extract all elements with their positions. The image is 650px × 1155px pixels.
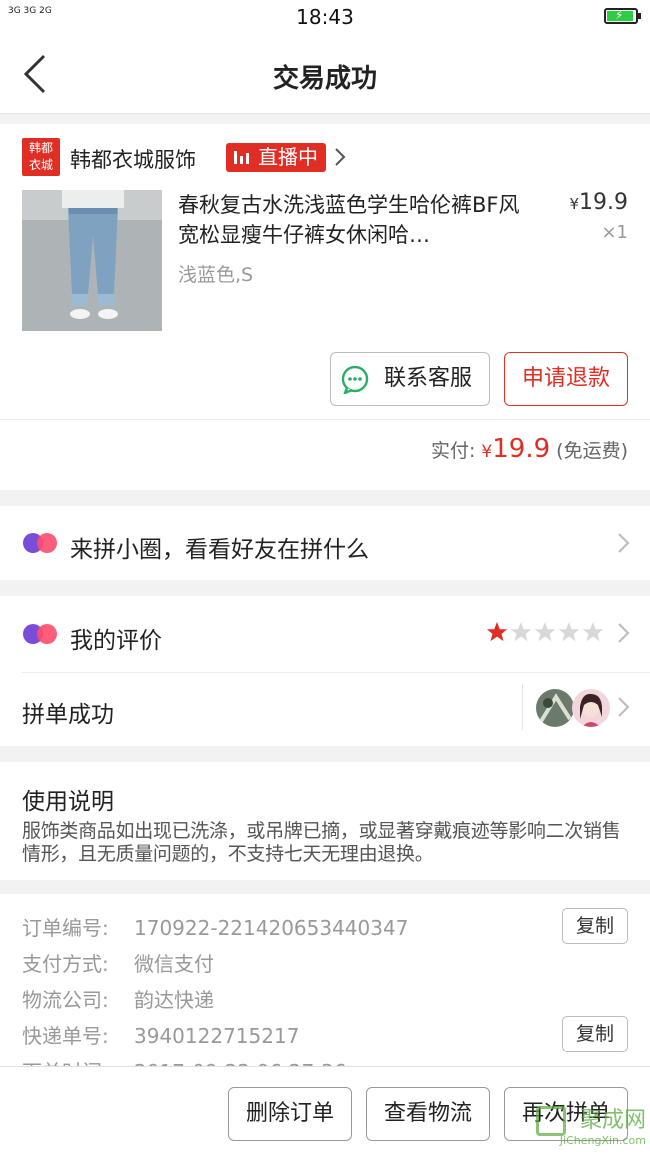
pin-circle-icon	[23, 533, 57, 553]
star-empty-icon	[582, 621, 604, 642]
my-review-row[interactable]: 我的评价	[0, 596, 650, 672]
live-bars-icon	[234, 151, 250, 164]
order-info: 订单编号: 170922-221420653440347 复制 支付方式: 微信支付…	[0, 894, 650, 1074]
usage-notice: 使用说明 服饰类商品如出现已洗涤，或吊牌已摘，或显著穿戴痕迹等影响二次销售情形，…	[0, 762, 650, 880]
request-refund-button[interactable]: 申请退款	[504, 352, 628, 406]
star-empty-icon	[558, 621, 580, 642]
delete-order-button[interactable]: 删除订单	[228, 1087, 352, 1141]
store-logo[interactable]: 韩都 衣城	[22, 138, 60, 176]
copy-order-number-button[interactable]: 复制	[562, 908, 628, 944]
avatar[interactable]	[572, 689, 610, 727]
payment-summary: 实付: ¥19.9 (免运费)	[430, 434, 628, 464]
contact-service-button[interactable]: 联系客服	[330, 352, 490, 406]
star-empty-icon	[510, 621, 532, 642]
chat-bubble-icon	[341, 366, 369, 394]
chevron-right-icon	[618, 623, 630, 643]
status-bar: 3G 3G 2G 18:43 ⚡	[0, 0, 650, 36]
payment-method-row: 支付方式: 微信支付	[22, 952, 214, 976]
courier-row: 物流公司: 韵达快递	[22, 988, 214, 1012]
product-spec: 浅蓝色,S	[178, 264, 254, 286]
battery-icon: ⚡	[604, 8, 641, 24]
copy-tracking-number-button[interactable]: 复制	[562, 1016, 628, 1052]
review-section: 我的评价 拼单成功	[0, 596, 650, 746]
avatar[interactable]	[536, 689, 574, 727]
group-success-label: 拼单成功	[22, 702, 114, 728]
page-title: 交易成功	[272, 64, 377, 94]
product-title[interactable]: 春秋复古水洗浅蓝色学生哈伦裤BF风宽松显瘦牛仔裤女休闲哈…	[178, 190, 528, 250]
order-number-row: 订单编号: 170922-221420653440347	[22, 916, 409, 940]
status-time: 18:43	[296, 5, 354, 29]
star-empty-icon	[534, 621, 556, 642]
payment-amount: 19.9	[492, 434, 551, 464]
product-image[interactable]	[22, 190, 162, 331]
divider	[0, 419, 650, 420]
chevron-right-icon	[618, 533, 630, 553]
pin-circle-label: 来拼小圈，看看好友在拼什么	[70, 537, 369, 563]
view-logistics-button[interactable]: 查看物流	[366, 1087, 490, 1141]
order-product-card: 韩都 衣城 韩都衣城服饰 直播中 春秋复古水洗浅蓝色学生哈伦裤BF风宽松显瘦牛仔…	[0, 124, 650, 490]
divider	[522, 684, 523, 730]
product-quantity: ×1	[601, 222, 628, 243]
tracking-number-row: 快递单号: 3940122715217	[22, 1024, 300, 1048]
my-review-label: 我的评价	[70, 628, 162, 654]
watermark-logo: 聚成网 JiChengXin.com	[532, 1102, 650, 1152]
watermark-icon	[536, 1106, 566, 1136]
notice-title: 使用说明	[22, 789, 114, 815]
notice-text: 服饰类商品如出现已洗涤，或吊牌已摘，或显著穿戴痕迹等影响二次销售情形，且无质量问…	[22, 820, 621, 865]
chevron-right-icon[interactable]	[333, 146, 347, 168]
pin-circle-row[interactable]: 来拼小圈，看看好友在拼什么	[0, 506, 650, 580]
product-price: ¥19.9	[569, 190, 628, 215]
store-name[interactable]: 韩都衣城服饰	[70, 144, 196, 174]
chevron-right-icon	[618, 697, 630, 717]
review-icon	[23, 624, 57, 644]
star-rating	[484, 621, 604, 645]
nav-bar: 交易成功	[0, 36, 650, 114]
star-filled-icon	[486, 621, 508, 642]
live-badge[interactable]: 直播中	[226, 143, 326, 172]
